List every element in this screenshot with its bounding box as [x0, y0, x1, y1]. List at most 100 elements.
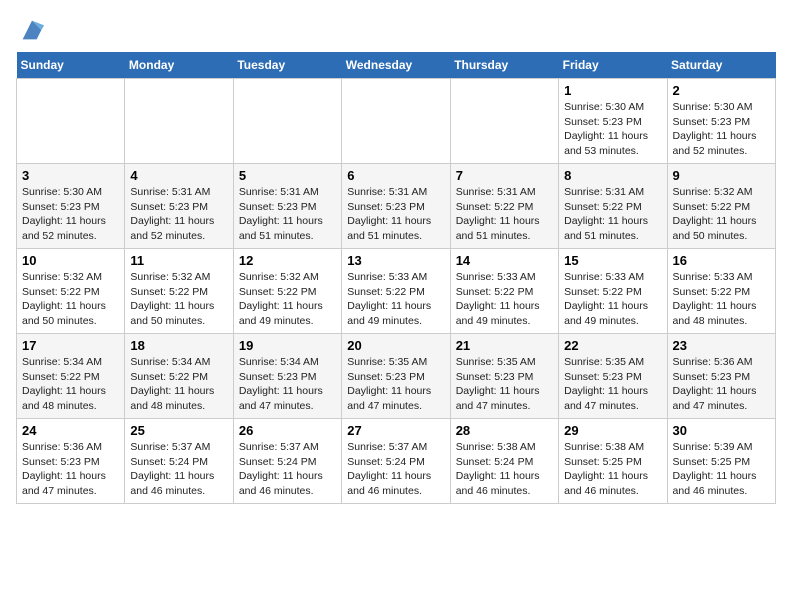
day-info: Sunrise: 5:36 AM Sunset: 5:23 PM Dayligh… [22, 440, 119, 499]
calendar-cell [450, 79, 558, 164]
day-number: 21 [456, 338, 553, 353]
calendar-cell: 30 Sunrise: 5:39 AM Sunset: 5:25 PM Dayli… [667, 419, 775, 504]
calendar-cell: 1 Sunrise: 5:30 AM Sunset: 5:23 PM Daylig… [559, 79, 667, 164]
weekday-header-row: SundayMondayTuesdayWednesdayThursdayFrid… [17, 52, 776, 79]
day-number: 18 [130, 338, 227, 353]
day-info: Sunrise: 5:37 AM Sunset: 5:24 PM Dayligh… [347, 440, 444, 499]
day-number: 23 [673, 338, 770, 353]
day-number: 14 [456, 253, 553, 268]
calendar-cell: 12 Sunrise: 5:32 AM Sunset: 5:22 PM Dayli… [233, 249, 341, 334]
day-number: 20 [347, 338, 444, 353]
weekday-header: Sunday [17, 52, 125, 79]
day-number: 5 [239, 168, 336, 183]
day-number: 10 [22, 253, 119, 268]
calendar-cell: 25 Sunrise: 5:37 AM Sunset: 5:24 PM Dayli… [125, 419, 233, 504]
day-number: 30 [673, 423, 770, 438]
calendar-week-row: 10 Sunrise: 5:32 AM Sunset: 5:22 PM Dayli… [17, 249, 776, 334]
day-info: Sunrise: 5:30 AM Sunset: 5:23 PM Dayligh… [564, 100, 661, 159]
weekday-header: Monday [125, 52, 233, 79]
day-number: 25 [130, 423, 227, 438]
calendar-cell: 9 Sunrise: 5:32 AM Sunset: 5:22 PM Daylig… [667, 164, 775, 249]
day-number: 8 [564, 168, 661, 183]
day-info: Sunrise: 5:33 AM Sunset: 5:22 PM Dayligh… [564, 270, 661, 329]
calendar-cell [17, 79, 125, 164]
day-info: Sunrise: 5:33 AM Sunset: 5:22 PM Dayligh… [347, 270, 444, 329]
calendar-cell: 16 Sunrise: 5:33 AM Sunset: 5:22 PM Dayli… [667, 249, 775, 334]
day-info: Sunrise: 5:31 AM Sunset: 5:22 PM Dayligh… [564, 185, 661, 244]
day-number: 27 [347, 423, 444, 438]
calendar-week-row: 1 Sunrise: 5:30 AM Sunset: 5:23 PM Daylig… [17, 79, 776, 164]
day-number: 15 [564, 253, 661, 268]
day-info: Sunrise: 5:38 AM Sunset: 5:24 PM Dayligh… [456, 440, 553, 499]
calendar-cell: 28Sunrise: 5:38 AM Sunset: 5:24 PM Dayli… [450, 419, 558, 504]
calendar-cell: 14 Sunrise: 5:33 AM Sunset: 5:22 PM Dayli… [450, 249, 558, 334]
day-info: Sunrise: 5:31 AM Sunset: 5:23 PM Dayligh… [239, 185, 336, 244]
calendar-cell: 13 Sunrise: 5:33 AM Sunset: 5:22 PM Dayli… [342, 249, 450, 334]
day-number: 6 [347, 168, 444, 183]
day-info: Sunrise: 5:32 AM Sunset: 5:22 PM Dayligh… [22, 270, 119, 329]
day-number: 1 [564, 83, 661, 98]
day-info: Sunrise: 5:30 AM Sunset: 5:23 PM Dayligh… [22, 185, 119, 244]
day-info: Sunrise: 5:31 AM Sunset: 5:23 PM Dayligh… [347, 185, 444, 244]
calendar-week-row: 24 Sunrise: 5:36 AM Sunset: 5:23 PM Dayli… [17, 419, 776, 504]
day-number: 4 [130, 168, 227, 183]
calendar-cell: 3Sunrise: 5:30 AM Sunset: 5:23 PM Daylig… [17, 164, 125, 249]
calendar-cell: 29 Sunrise: 5:38 AM Sunset: 5:25 PM Dayli… [559, 419, 667, 504]
day-info: Sunrise: 5:33 AM Sunset: 5:22 PM Dayligh… [456, 270, 553, 329]
calendar-cell: 22 Sunrise: 5:35 AM Sunset: 5:23 PM Dayli… [559, 334, 667, 419]
day-info: Sunrise: 5:31 AM Sunset: 5:22 PM Dayligh… [456, 185, 553, 244]
day-info: Sunrise: 5:34 AM Sunset: 5:23 PM Dayligh… [239, 355, 336, 414]
weekday-header: Friday [559, 52, 667, 79]
day-number: 19 [239, 338, 336, 353]
day-info: Sunrise: 5:35 AM Sunset: 5:23 PM Dayligh… [564, 355, 661, 414]
day-info: Sunrise: 5:32 AM Sunset: 5:22 PM Dayligh… [673, 185, 770, 244]
weekday-header: Saturday [667, 52, 775, 79]
day-info: Sunrise: 5:33 AM Sunset: 5:22 PM Dayligh… [673, 270, 770, 329]
calendar-cell: 15 Sunrise: 5:33 AM Sunset: 5:22 PM Dayli… [559, 249, 667, 334]
day-info: Sunrise: 5:30 AM Sunset: 5:23 PM Dayligh… [673, 100, 770, 159]
day-number: 29 [564, 423, 661, 438]
calendar-cell: 27 Sunrise: 5:37 AM Sunset: 5:24 PM Dayli… [342, 419, 450, 504]
day-info: Sunrise: 5:39 AM Sunset: 5:25 PM Dayligh… [673, 440, 770, 499]
calendar-cell: 11 Sunrise: 5:32 AM Sunset: 5:22 PM Dayli… [125, 249, 233, 334]
day-info: Sunrise: 5:37 AM Sunset: 5:24 PM Dayligh… [130, 440, 227, 499]
day-info: Sunrise: 5:32 AM Sunset: 5:22 PM Dayligh… [130, 270, 227, 329]
day-number: 13 [347, 253, 444, 268]
day-info: Sunrise: 5:35 AM Sunset: 5:23 PM Dayligh… [456, 355, 553, 414]
day-number: 11 [130, 253, 227, 268]
calendar-cell: 2 Sunrise: 5:30 AM Sunset: 5:23 PM Daylig… [667, 79, 775, 164]
calendar-week-row: 17 Sunrise: 5:34 AM Sunset: 5:22 PM Dayli… [17, 334, 776, 419]
day-info: Sunrise: 5:37 AM Sunset: 5:24 PM Dayligh… [239, 440, 336, 499]
calendar-cell: 8 Sunrise: 5:31 AM Sunset: 5:22 PM Daylig… [559, 164, 667, 249]
day-number: 9 [673, 168, 770, 183]
day-info: Sunrise: 5:32 AM Sunset: 5:22 PM Dayligh… [239, 270, 336, 329]
calendar-cell: 17Sunrise: 5:34 AM Sunset: 5:22 PM Dayli… [17, 334, 125, 419]
day-number: 22 [564, 338, 661, 353]
calendar-cell: 10 Sunrise: 5:32 AM Sunset: 5:22 PM Dayli… [17, 249, 125, 334]
calendar-cell [125, 79, 233, 164]
calendar-cell [233, 79, 341, 164]
day-number: 24 [22, 423, 119, 438]
weekday-header: Wednesday [342, 52, 450, 79]
calendar-week-row: 3Sunrise: 5:30 AM Sunset: 5:23 PM Daylig… [17, 164, 776, 249]
day-number: 2 [673, 83, 770, 98]
calendar-cell: 23Sunrise: 5:36 AM Sunset: 5:23 PM Dayli… [667, 334, 775, 419]
calendar-cell: 18 Sunrise: 5:34 AM Sunset: 5:22 PM Dayli… [125, 334, 233, 419]
calendar-cell: 26 Sunrise: 5:37 AM Sunset: 5:24 PM Dayli… [233, 419, 341, 504]
day-info: Sunrise: 5:34 AM Sunset: 5:22 PM Dayligh… [130, 355, 227, 414]
calendar-cell: 19 Sunrise: 5:34 AM Sunset: 5:23 PM Dayli… [233, 334, 341, 419]
day-info: Sunrise: 5:35 AM Sunset: 5:23 PM Dayligh… [347, 355, 444, 414]
calendar-cell: 20 Sunrise: 5:35 AM Sunset: 5:23 PM Dayli… [342, 334, 450, 419]
calendar-cell: 24 Sunrise: 5:36 AM Sunset: 5:23 PM Dayli… [17, 419, 125, 504]
day-number: 16 [673, 253, 770, 268]
weekday-header: Thursday [450, 52, 558, 79]
calendar-cell: 7Sunrise: 5:31 AM Sunset: 5:22 PM Daylig… [450, 164, 558, 249]
calendar-cell [342, 79, 450, 164]
day-info: Sunrise: 5:38 AM Sunset: 5:25 PM Dayligh… [564, 440, 661, 499]
calendar-cell: 4Sunrise: 5:31 AM Sunset: 5:23 PM Daylig… [125, 164, 233, 249]
day-number: 12 [239, 253, 336, 268]
weekday-header: Tuesday [233, 52, 341, 79]
day-number: 26 [239, 423, 336, 438]
day-number: 17 [22, 338, 119, 353]
calendar-table: SundayMondayTuesdayWednesdayThursdayFrid… [16, 52, 776, 504]
